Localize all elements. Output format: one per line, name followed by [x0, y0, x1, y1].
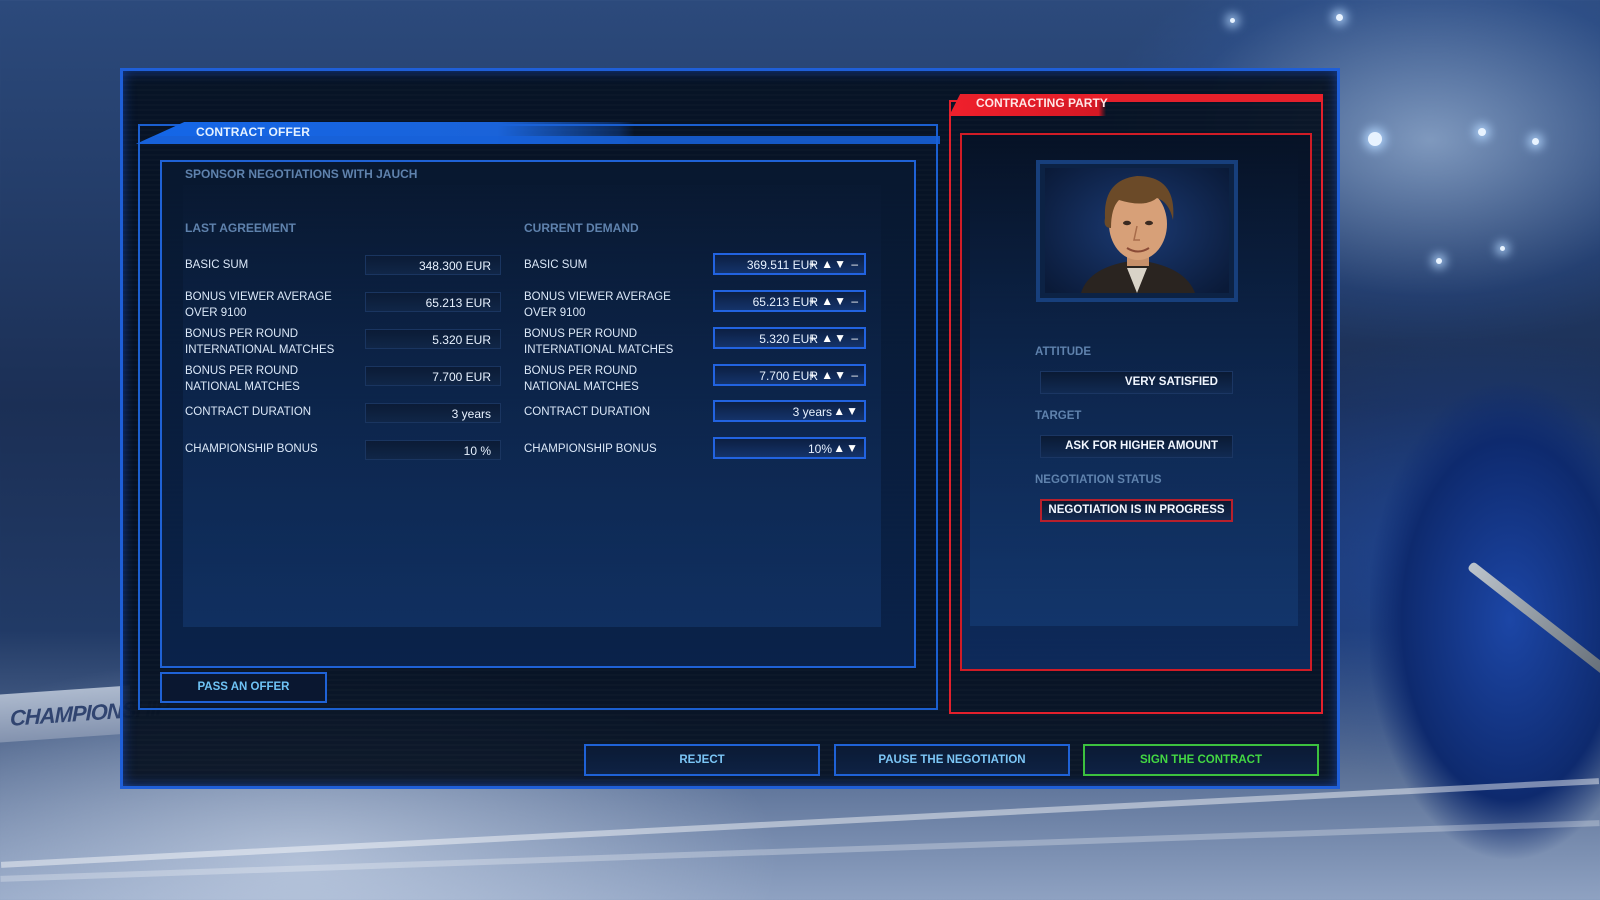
current-contract-duration-stepper[interactable]: 3 years ▲▼: [713, 400, 866, 422]
current-contract-duration-label: CONTRACT DURATION: [524, 406, 651, 418]
arena-light: [1436, 258, 1442, 264]
current-bonus-international-stepper[interactable]: 5.320 EUR + ▲▼ –: [713, 327, 866, 349]
current-bonus-viewer-stepper[interactable]: 65.213 EUR + ▲▼ –: [713, 290, 866, 312]
current-championship-bonus-value: 10%: [807, 442, 832, 456]
current-contract-duration-value: 3 years: [792, 405, 832, 419]
last-agreement-heading: LAST AGREEMENT: [185, 221, 296, 235]
person-portrait-icon: [1081, 176, 1195, 293]
arena-light: [1230, 18, 1235, 23]
current-bonus-national-stepper[interactable]: 7.700 EUR + ▲▼ –: [713, 364, 866, 386]
last-contract-duration-value: 3 years: [365, 403, 501, 423]
stepper-controls[interactable]: + ▲▼ –: [809, 293, 859, 309]
contracting-party-title: CONTRACTING PARTY: [976, 96, 1108, 110]
arena-light: [1500, 246, 1505, 251]
pause-negotiation-button[interactable]: PAUSE THE NEGOTIATION: [834, 744, 1070, 776]
last-bonus-international-value: 5.320 EUR: [365, 329, 501, 349]
stepper-controls[interactable]: ▲▼: [833, 440, 859, 456]
reject-button[interactable]: REJECT: [584, 744, 820, 776]
last-bonus-viewer-value: 65.213 EUR: [365, 292, 501, 312]
current-bonus-viewer-label: BONUS VIEWER AVERAGE OVER 9100: [524, 291, 671, 319]
last-bonus-national-value: 7.700 EUR: [365, 366, 501, 386]
attitude-value: VERY SATISFIED: [1040, 371, 1233, 394]
contract-offer-title: CONTRACT OFFER: [196, 125, 311, 139]
current-bonus-national-label: BONUS PER ROUND NATIONAL MATCHES: [524, 365, 639, 393]
current-bonus-international-label: BONUS PER ROUND INTERNATIONAL MATCHES: [524, 328, 674, 356]
arena-light: [1336, 14, 1343, 21]
current-championship-bonus-stepper[interactable]: 10% ▲▼: [713, 437, 866, 459]
last-basic-sum-value: 348.300 EUR: [365, 255, 501, 275]
attitude-label: ATTITUDE: [1035, 346, 1092, 358]
last-championship-bonus-value: 10 %: [365, 440, 501, 460]
current-championship-bonus-label: CHAMPIONSHIP BONUS: [524, 443, 657, 455]
arena-light: [1368, 132, 1382, 146]
stepper-controls[interactable]: + ▲▼ –: [809, 367, 859, 383]
negotiation-status-badge: NEGOTIATION IS IN PROGRESS: [1040, 499, 1233, 522]
arena-light: [1478, 128, 1486, 136]
rink-stripe: [0, 778, 1600, 868]
target-value: ASK FOR HIGHER AMOUNT: [1040, 435, 1233, 458]
last-bonus-international-label: BONUS PER ROUND INTERNATIONAL MATCHES: [185, 328, 335, 356]
last-championship-bonus-label: CHAMPIONSHIP BONUS: [185, 443, 318, 455]
arena-light: [1532, 138, 1539, 145]
target-label: TARGET: [1035, 410, 1082, 422]
sponsor-portrait: [1045, 168, 1229, 293]
negotiation-status-label: NEGOTIATION STATUS: [1035, 474, 1162, 486]
current-basic-sum-label: BASIC SUM: [524, 259, 588, 271]
last-bonus-national-label: BONUS PER ROUND NATIONAL MATCHES: [185, 365, 300, 393]
last-contract-duration-label: CONTRACT DURATION: [185, 406, 312, 418]
last-bonus-viewer-label: BONUS VIEWER AVERAGE OVER 9100: [185, 291, 332, 319]
current-basic-sum-stepper[interactable]: 369.511 EUR + ▲▼ –: [713, 253, 866, 275]
sign-contract-button[interactable]: SIGN THE CONTRACT: [1083, 744, 1319, 776]
negotiation-subtitle: SPONSOR NEGOTIATIONS WITH JAUCH: [185, 167, 418, 181]
last-basic-sum-label: BASIC SUM: [185, 259, 249, 271]
hockey-player-image: [1370, 320, 1600, 900]
stepper-controls[interactable]: + ▲▼ –: [809, 256, 859, 272]
current-demand-heading: CURRENT DEMAND: [524, 221, 639, 235]
pass-offer-button[interactable]: PASS AN OFFER: [160, 672, 327, 703]
rink-board-sign: CHAMPIONSHIP: [0, 685, 169, 743]
stepper-controls[interactable]: ▲▼: [833, 403, 859, 419]
stepper-controls[interactable]: + ▲▼ –: [809, 330, 859, 346]
current-basic-sum-value: 369.511 EUR: [746, 258, 818, 272]
